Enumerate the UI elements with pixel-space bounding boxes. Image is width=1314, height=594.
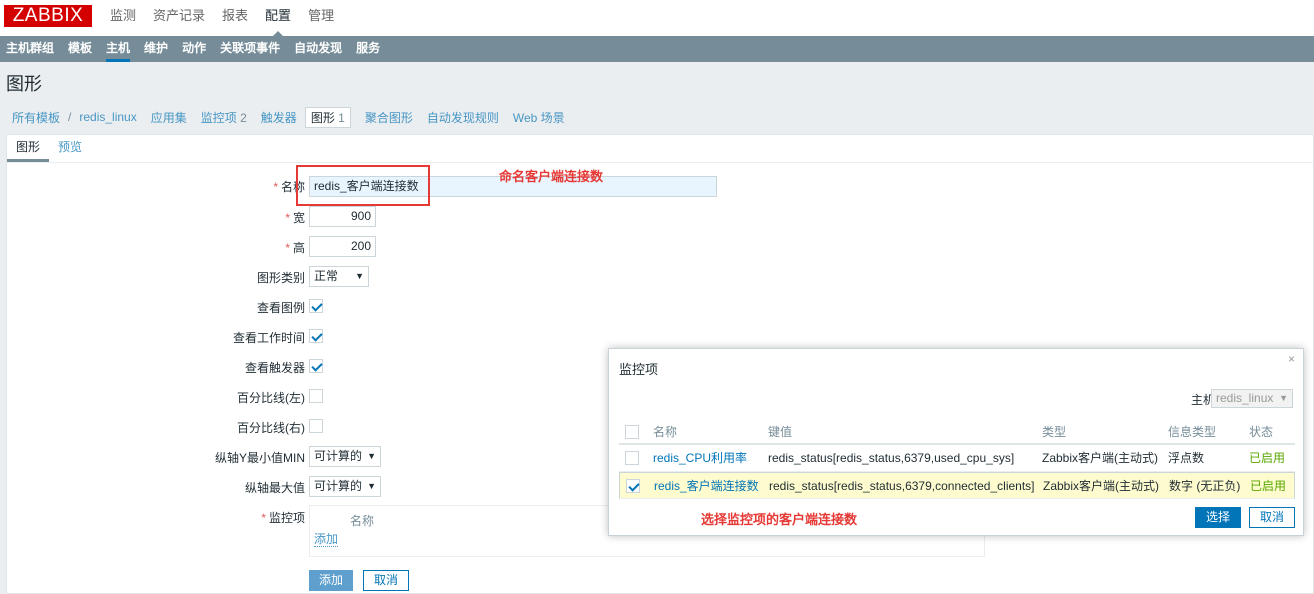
col-status[interactable]: 状态: [1249, 419, 1273, 445]
item-info-type: 数字 (无正负): [1169, 479, 1241, 493]
sub-menu: 主机群组 模板 主机 维护 动作 关联项事件 自动发现 服务: [0, 36, 1314, 62]
chevron-down-icon: ▼: [367, 481, 376, 491]
items-select-dialog: 监控项 × 主机 redis_linux ▼ 名称 键值 类型 信息类型 状态 r…: [608, 348, 1304, 536]
breadcrumb-graphs[interactable]: 图形 1: [304, 106, 351, 128]
close-icon[interactable]: ×: [1288, 352, 1295, 366]
submenu-event-correlation[interactable]: 关联项事件: [220, 36, 280, 62]
menu-reports[interactable]: 报表: [222, 0, 248, 36]
col-type[interactable]: 类型: [1042, 419, 1066, 445]
add-button[interactable]: 添加: [309, 570, 353, 591]
breadcrumb-web-scenarios[interactable]: Web 场景: [513, 109, 565, 126]
item-status: 已启用: [1250, 479, 1287, 493]
show-triggers-checkbox[interactable]: [309, 359, 323, 373]
chevron-down-icon: ▼: [367, 451, 376, 461]
graph-type-select[interactable]: 正常 ▼: [309, 266, 369, 287]
table-header: 名称 键值 类型 信息类型 状态: [619, 419, 1295, 445]
main-menu: 监测 资产记录 报表 配置 管理: [110, 0, 351, 36]
name-annotation: 命名客户端连接数: [499, 169, 604, 184]
submenu-hosts[interactable]: 主机: [106, 36, 131, 62]
item-name-link[interactable]: redis_客户端连接数: [654, 473, 759, 499]
show-working-time-checkbox[interactable]: [309, 329, 323, 343]
breadcrumb-separator: /: [68, 110, 72, 124]
zabbix-logo[interactable]: ZABBIX: [4, 5, 92, 27]
row-checkbox[interactable]: [625, 451, 639, 465]
width-input[interactable]: 900: [309, 206, 376, 227]
item-key: redis_status[redis_status,6379,connected…: [769, 479, 1035, 493]
item-key: redis_status[redis_status,6379,used_cpu_…: [768, 451, 1015, 465]
menu-configuration[interactable]: 配置: [265, 0, 291, 36]
height-input[interactable]: 200: [309, 236, 376, 257]
table-row: redis_客户端连接数 redis_status[redis_status,6…: [619, 472, 1295, 499]
submenu-actions[interactable]: 动作: [182, 36, 206, 62]
percentile-right-checkbox[interactable]: [309, 419, 323, 433]
col-key[interactable]: 键值: [768, 419, 792, 445]
breadcrumb-host[interactable]: redis_linux: [79, 110, 136, 124]
breadcrumb: 所有模板 / redis_linux 应用集 监控项 2 触发器 图形 1 聚合…: [6, 104, 573, 130]
select-annotation: 选择监控项的客户端连接数: [701, 512, 858, 527]
dialog-cancel-button[interactable]: 取消: [1249, 507, 1295, 528]
graphs-count: 1: [338, 110, 345, 125]
menu-monitoring[interactable]: 监测: [110, 0, 136, 36]
dialog-title: 监控项: [619, 362, 659, 377]
menu-inventory[interactable]: 资产记录: [153, 0, 205, 36]
submenu-discovery[interactable]: 自动发现: [294, 36, 342, 62]
select-all-checkbox[interactable]: [625, 425, 639, 439]
item-type: Zabbix客户端(主动式): [1042, 451, 1159, 465]
table-row: redis_CPU利用率 redis_status[redis_status,6…: [619, 445, 1295, 472]
percentile-left-label: 百分比线(左): [237, 391, 305, 405]
items-label: * 监控项: [261, 511, 305, 525]
graph-type-label: 图形类别: [256, 271, 305, 285]
show-triggers-label: 查看触发器: [244, 361, 305, 375]
form-tabs: 图形 预览: [7, 135, 1313, 163]
ymax-select[interactable]: 可计算的 ▼: [309, 476, 381, 497]
breadcrumb-items[interactable]: 监控项 2: [201, 109, 247, 126]
ymin-select[interactable]: 可计算的 ▼: [309, 446, 381, 467]
breadcrumb-applications[interactable]: 应用集: [151, 109, 187, 126]
row-checkbox[interactable]: [626, 479, 640, 493]
breadcrumb-triggers[interactable]: 触发器: [261, 109, 297, 126]
tab-graph[interactable]: 图形: [7, 135, 50, 162]
item-type: Zabbix客户端(主动式): [1043, 479, 1160, 493]
show-legend-checkbox[interactable]: [309, 299, 323, 313]
ymin-label: 纵轴Y最小值MIN: [214, 451, 305, 465]
percentile-right-label: 百分比线(右): [237, 421, 305, 435]
cancel-button[interactable]: 取消: [363, 570, 409, 591]
submenu-maintenance[interactable]: 维护: [144, 36, 168, 62]
host-select: redis_linux ▼: [1211, 389, 1293, 408]
add-item-link[interactable]: 添加: [314, 533, 339, 547]
breadcrumb-discovery-rules[interactable]: 自动发现规则: [427, 109, 499, 126]
page-title: 图形: [6, 74, 42, 94]
item-status: 已启用: [1249, 451, 1286, 465]
percentile-left-checkbox[interactable]: [309, 389, 323, 403]
item-info-type: 浮点数: [1168, 451, 1205, 465]
menu-administration[interactable]: 管理: [308, 0, 334, 36]
items-list: 名称 键值 类型 信息类型 状态 redis_CPU利用率 redis_stat…: [619, 419, 1295, 499]
breadcrumb-all-templates[interactable]: 所有模板: [12, 109, 60, 126]
ymax-label: 纵轴最大值: [244, 481, 305, 495]
submenu-host-groups[interactable]: 主机群组: [6, 36, 54, 62]
items-col-name: 名称: [350, 514, 375, 528]
items-count: 2: [240, 110, 247, 125]
chevron-down-icon: ▼: [355, 271, 364, 281]
show-legend-label: 查看图例: [256, 301, 305, 315]
col-name[interactable]: 名称: [653, 419, 677, 445]
top-bar: ZABBIX 监测 资产记录 报表 配置 管理: [0, 0, 1314, 36]
height-label: * 高: [285, 241, 305, 255]
width-label: * 宽: [285, 211, 305, 225]
tab-preview[interactable]: 预览: [49, 135, 91, 162]
col-info-type: 信息类型: [1168, 425, 1217, 439]
chevron-down-icon: ▼: [1279, 393, 1288, 403]
submenu-templates[interactable]: 模板: [68, 36, 92, 62]
item-name-link[interactable]: redis_CPU利用率: [653, 445, 747, 471]
show-working-time-label: 查看工作时间: [232, 331, 305, 345]
breadcrumb-screens[interactable]: 聚合图形: [365, 109, 413, 126]
select-button[interactable]: 选择: [1195, 507, 1241, 528]
submenu-services[interactable]: 服务: [356, 36, 380, 62]
name-highlight-box: [296, 165, 430, 206]
